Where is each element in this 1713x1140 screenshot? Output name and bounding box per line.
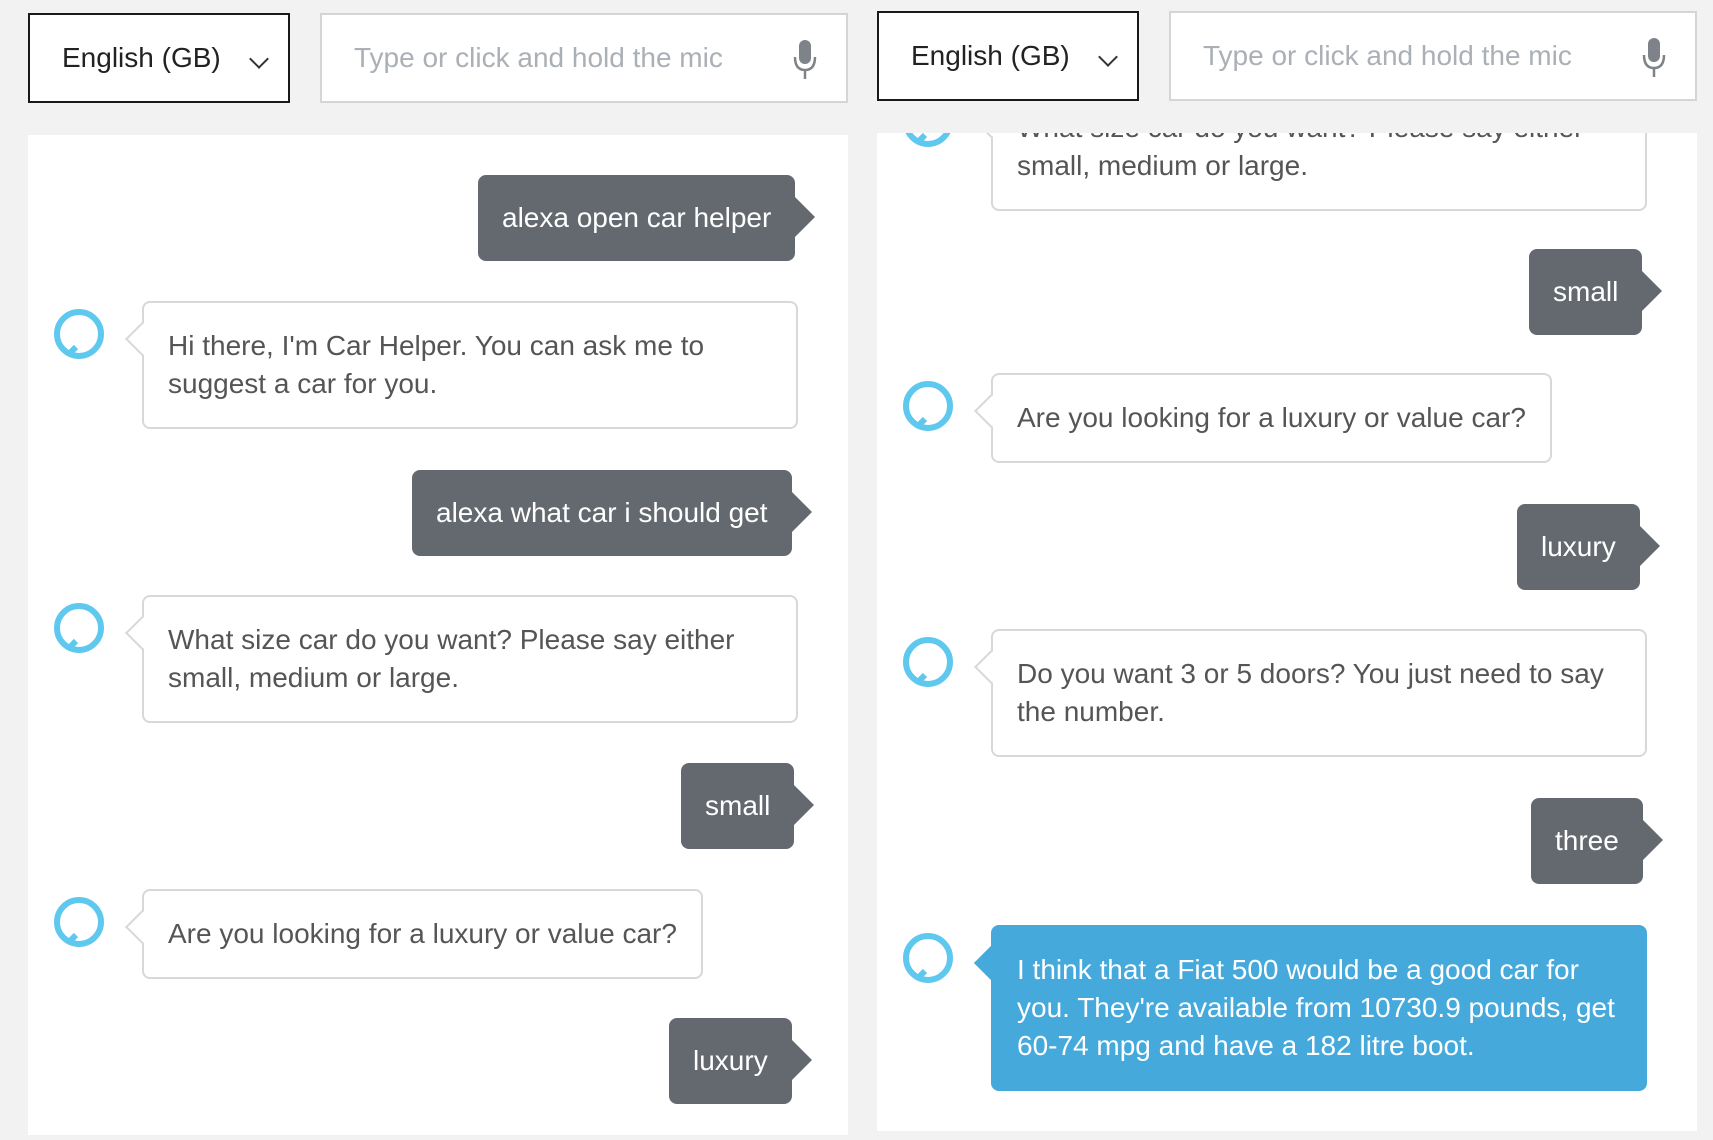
- microphone-icon[interactable]: [1641, 37, 1667, 79]
- user-message: small: [1529, 249, 1663, 335]
- utterance-input-container-right: [1169, 11, 1697, 101]
- user-message: alexa what car i should get: [412, 470, 812, 556]
- chevron-down-icon: [249, 49, 269, 69]
- alexa-message: Are you looking for a luxury or value ca…: [142, 889, 703, 979]
- language-select-left[interactable]: English (GB): [28, 13, 290, 103]
- language-select-right[interactable]: English (GB): [877, 11, 1139, 101]
- user-message: small: [681, 763, 815, 849]
- user-message: alexa open car helper: [478, 175, 816, 261]
- alexa-avatar-icon: [54, 603, 104, 653]
- chevron-down-icon: [1098, 47, 1118, 67]
- alexa-message: Do you want 3 or 5 doors? You just need …: [991, 629, 1647, 757]
- language-label: English (GB): [911, 40, 1070, 71]
- alexa-avatar-icon: [54, 309, 104, 359]
- utterance-input[interactable]: [1203, 40, 1612, 72]
- utterance-input[interactable]: [354, 42, 763, 74]
- alexa-avatar-icon: [903, 381, 953, 431]
- alexa-message: Are you looking for a luxury or value ca…: [991, 373, 1552, 463]
- alexa-message: What size car do you want? Please say ei…: [142, 595, 798, 723]
- user-message: luxury: [1517, 504, 1660, 590]
- conversation-panel-left: alexa open car helper Hi there, I'm Car …: [28, 135, 848, 1135]
- user-message: three: [1531, 798, 1663, 884]
- alexa-avatar-icon: [903, 933, 953, 983]
- language-label: English (GB): [62, 42, 221, 73]
- alexa-final-recommendation-message: I think that a Fiat 500 would be a good …: [991, 925, 1647, 1091]
- conversation-panel-right: What size car do you want? Please say ei…: [877, 133, 1697, 1131]
- alexa-avatar-icon: [905, 133, 951, 147]
- microphone-icon[interactable]: [792, 39, 818, 81]
- utterance-input-container-left: [320, 13, 848, 103]
- alexa-avatar-icon: [54, 897, 104, 947]
- alexa-message: Hi there, I'm Car Helper. You can ask me…: [142, 301, 798, 429]
- alexa-avatar-icon: [903, 637, 953, 687]
- alexa-message: What size car do you want? Please say ei…: [991, 133, 1647, 211]
- user-message: luxury: [669, 1018, 812, 1104]
